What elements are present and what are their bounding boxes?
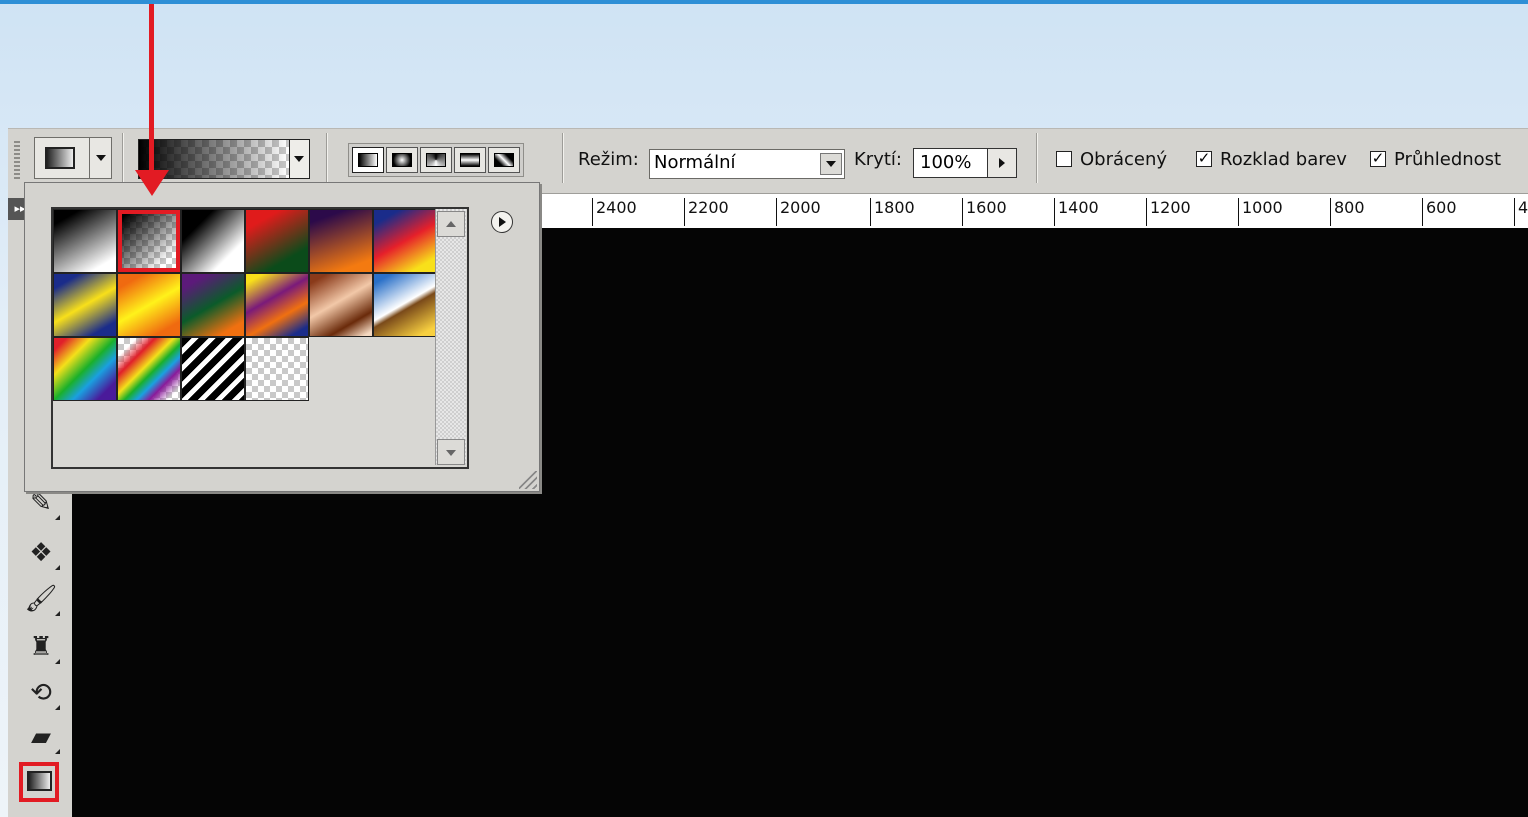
ruler-label: 1000 xyxy=(1238,198,1283,226)
ruler-label: 1600 xyxy=(962,198,1007,226)
mode-label: Režim: xyxy=(578,149,639,170)
reverse-checkbox[interactable] xyxy=(1056,151,1072,167)
clone-stamp-tool[interactable]: ♜ xyxy=(22,628,60,666)
chevron-down-icon xyxy=(446,450,456,456)
gradient-swatch-transparent[interactable] xyxy=(245,337,309,401)
gradient-icon xyxy=(27,771,52,791)
tool-preset-picker[interactable] xyxy=(34,137,90,179)
ruler-label: 2000 xyxy=(776,198,821,226)
reflected-gradient-icon xyxy=(460,153,480,167)
gradient-swatch-black-white[interactable] xyxy=(53,209,117,273)
gradient-swatch-blue-red-yellow[interactable] xyxy=(373,209,437,273)
diamond-gradient-icon xyxy=(494,153,514,167)
separator xyxy=(562,133,564,183)
ruler-label: 1800 xyxy=(870,198,915,226)
ruler-label: 2200 xyxy=(684,198,729,226)
mode-value: Normální xyxy=(654,152,736,173)
ruler-label: 2400 xyxy=(592,198,637,226)
gradient-swatch-grid xyxy=(53,209,437,401)
chevron-down-icon xyxy=(96,155,106,161)
gradient-tool-icon xyxy=(45,147,75,169)
chevron-up-icon xyxy=(446,221,456,227)
linear-gradient-icon xyxy=(358,153,378,167)
ruler-label: 4 xyxy=(1514,198,1528,226)
gradient-swatch-violet-green-orange[interactable] xyxy=(181,273,245,337)
annotation-arrow xyxy=(149,4,154,180)
ruler-label: 600 xyxy=(1422,198,1457,226)
gradient-tool[interactable] xyxy=(19,762,59,802)
gradient-swatch-violet-orange[interactable] xyxy=(309,209,373,273)
mode-dropdown-button[interactable] xyxy=(820,153,842,175)
healing-tool[interactable]: ❖ xyxy=(22,534,60,572)
ruler-label: 1200 xyxy=(1146,198,1191,226)
ruler-label: 800 xyxy=(1330,198,1365,226)
gradient-swatch-copper[interactable] xyxy=(309,273,373,337)
annotation-arrow-head xyxy=(135,170,169,196)
radial-gradient-button[interactable] xyxy=(386,147,418,173)
chevron-right-icon xyxy=(999,158,1005,168)
gradient-swatch-spectrum[interactable] xyxy=(53,337,117,401)
chevron-down-icon xyxy=(826,161,836,167)
swatch-scrollbar[interactable] xyxy=(435,209,466,465)
horizontal-ruler: 2400 2200 2000 1800 1600 1400 1200 1000 800 600 4 xyxy=(536,194,1528,229)
brush-tool[interactable]: 🖌 xyxy=(22,580,60,618)
gradient-picker-popup xyxy=(24,182,540,492)
transparency-label: Průhlednost xyxy=(1394,149,1502,170)
gradient-swatch-orange-yellow-orange[interactable] xyxy=(117,273,181,337)
eyedropper-icon: ✎ xyxy=(30,488,52,518)
history-brush-icon: ⟲ xyxy=(30,678,52,708)
gradient-swatch-chrome[interactable] xyxy=(373,273,437,337)
resize-handle[interactable] xyxy=(519,471,537,489)
dither-checkbox[interactable]: ✓ xyxy=(1196,151,1212,167)
mode-select[interactable]: Normální xyxy=(649,149,845,179)
gradient-type-group xyxy=(348,143,524,177)
history-brush-tool[interactable]: ⟲ xyxy=(22,674,60,712)
gradient-swatch-yellow-violet-orange-blue[interactable] xyxy=(245,273,309,337)
linear-gradient-button[interactable] xyxy=(352,147,384,173)
options-bar-grip[interactable] xyxy=(14,141,20,181)
eraser-tool[interactable]: ▰ xyxy=(22,718,60,756)
chevron-down-icon xyxy=(294,156,304,162)
gradient-swatch-foreground-transparent[interactable] xyxy=(117,209,181,273)
opacity-slider-button[interactable] xyxy=(987,148,1017,178)
stamp-icon: ♜ xyxy=(29,632,53,662)
eraser-icon: ▰ xyxy=(31,722,51,752)
diamond-gradient-button[interactable] xyxy=(488,147,520,173)
scroll-down-button[interactable] xyxy=(437,439,465,465)
reverse-label: Obrácený xyxy=(1080,149,1168,170)
gradient-swatch-transparent-rainbow[interactable] xyxy=(117,337,181,401)
separator xyxy=(122,133,124,183)
patch-icon: ❖ xyxy=(29,538,53,568)
tool-preset-dropdown[interactable] xyxy=(90,137,112,179)
play-icon xyxy=(499,217,506,227)
opacity-label: Krytí: xyxy=(854,149,902,170)
gradient-picker-dropdown[interactable] xyxy=(290,139,310,179)
separator xyxy=(326,133,328,183)
gradient-swatch-blue-yellow-blue[interactable] xyxy=(53,273,117,337)
ruler-label: 1400 xyxy=(1054,198,1099,226)
gradient-swatch-area xyxy=(51,207,469,469)
gradient-swatch-black-white-angle[interactable] xyxy=(181,209,245,273)
transparency-checkbox[interactable]: ✓ xyxy=(1370,151,1386,167)
radial-gradient-icon xyxy=(392,153,412,167)
picker-menu-button[interactable] xyxy=(491,211,513,233)
separator xyxy=(1036,133,1038,183)
dither-label: Rozklad barev xyxy=(1220,149,1347,170)
angle-gradient-icon xyxy=(426,153,446,167)
angle-gradient-button[interactable] xyxy=(420,147,452,173)
scroll-up-button[interactable] xyxy=(437,211,465,237)
brush-icon: 🖌 xyxy=(24,584,58,614)
gradient-swatch-transparent-stripes[interactable] xyxy=(181,337,245,401)
opacity-input[interactable]: 100% xyxy=(913,148,989,178)
reflected-gradient-button[interactable] xyxy=(454,147,486,173)
gradient-swatch-red-green[interactable] xyxy=(245,209,309,273)
window-top-border xyxy=(0,0,1528,4)
